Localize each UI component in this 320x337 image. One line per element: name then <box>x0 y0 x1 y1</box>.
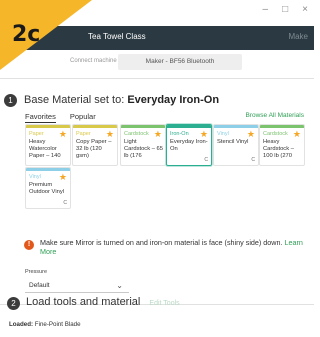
material-name: Heavy Cardstock – 100 lb (270 <box>263 139 294 159</box>
warning-text: Make sure Mirror is turned on and iron-o… <box>40 238 283 247</box>
material-card[interactable]: Cardstock ★ Light Cardstock – 65 lb (176 <box>120 124 166 166</box>
base-material-name: Everyday Iron-On <box>127 94 220 106</box>
material-category: Vinyl <box>217 131 229 137</box>
material-tabs: Favorites Popular <box>25 112 96 123</box>
material-card[interactable]: Paper ★ Copy Paper – 32 lb (120 gsm) <box>72 124 118 166</box>
material-category: Cardstock <box>124 131 149 137</box>
material-card[interactable]: Vinyl ★ Stencil Vinyl C <box>213 124 259 166</box>
material-name: Light Cardstock – 65 lb (176 <box>124 139 163 159</box>
material-category: Iron-On <box>170 131 189 137</box>
base-material-heading: Base Material set to: Everyday Iron-On <box>24 94 219 106</box>
material-category: Paper <box>29 131 44 137</box>
material-name: Heavy Watercolor Paper – 140 <box>29 139 61 159</box>
load-tools-title: Load tools and material <box>26 296 141 308</box>
cricut-mark: C <box>63 200 67 206</box>
material-name: Stencil Vinyl <box>217 139 249 145</box>
chevron-down-icon: ⌄ <box>116 281 123 290</box>
warning-icon: ! <box>24 240 34 250</box>
cricut-mark: C <box>251 157 255 163</box>
machine-select[interactable]: Maker - BF56 Bluetooth <box>118 54 242 70</box>
category-color-bar <box>260 125 304 128</box>
material-card[interactable]: Vinyl ★ Premium Outdoor Vinyl C <box>25 167 71 209</box>
load-tools-heading: Load tools and material Edit Tools <box>26 296 180 308</box>
step-1-badge: 1 <box>4 94 17 107</box>
tab-popular[interactable]: Popular <box>70 112 96 123</box>
loaded-label: Loaded: <box>9 321 34 328</box>
close-button[interactable]: × <box>302 4 308 15</box>
maximize-button[interactable]: □ <box>282 4 288 15</box>
window-controls: – □ × <box>263 4 308 15</box>
material-card[interactable]: Cardstock ★ Heavy Cardstock – 100 lb (270 <box>259 124 305 166</box>
step-tag: 2c <box>12 22 41 47</box>
divider <box>0 78 314 79</box>
mirror-warning: Make sure Mirror is turned on and iron-o… <box>40 238 306 256</box>
material-card[interactable]: Iron-On ★ Everyday Iron-On C <box>166 124 212 166</box>
material-name: Copy Paper – 32 lb (120 gsm) <box>76 139 112 159</box>
make-button[interactable]: Make <box>288 32 308 41</box>
material-category: Vinyl <box>29 174 41 180</box>
cricut-mark: C <box>204 157 208 163</box>
material-name: Everyday Iron-On <box>170 139 208 152</box>
loaded-tool: Fine-Point Blade <box>34 321 81 328</box>
browse-all-materials-link[interactable]: Browse All Materials <box>245 112 304 119</box>
pressure-select[interactable]: Default ⌄ <box>25 279 129 293</box>
category-color-bar <box>26 125 70 128</box>
step-2-badge: 2 <box>7 297 20 310</box>
material-category: Cardstock <box>263 131 288 137</box>
loaded-tool-info: Loaded: Fine-Point Blade <box>9 321 81 328</box>
base-material-prefix: Base Material set to: <box>24 94 125 106</box>
category-color-bar <box>214 125 258 128</box>
material-category: Paper <box>76 131 91 137</box>
project-title: Tea Towel Class <box>88 32 146 41</box>
category-color-bar <box>121 125 165 128</box>
material-card[interactable]: Paper ★ Heavy Watercolor Paper – 140 <box>25 124 71 166</box>
pressure-value: Default <box>29 282 50 289</box>
edit-tools-link[interactable]: Edit Tools <box>149 300 179 307</box>
minimize-button[interactable]: – <box>263 4 269 15</box>
material-name: Premium Outdoor Vinyl <box>29 182 65 195</box>
tab-favorites[interactable]: Favorites <box>25 112 56 123</box>
pressure-label: Pressure <box>25 269 48 275</box>
category-color-bar <box>167 125 211 128</box>
category-color-bar <box>26 168 70 171</box>
category-color-bar <box>73 125 117 128</box>
